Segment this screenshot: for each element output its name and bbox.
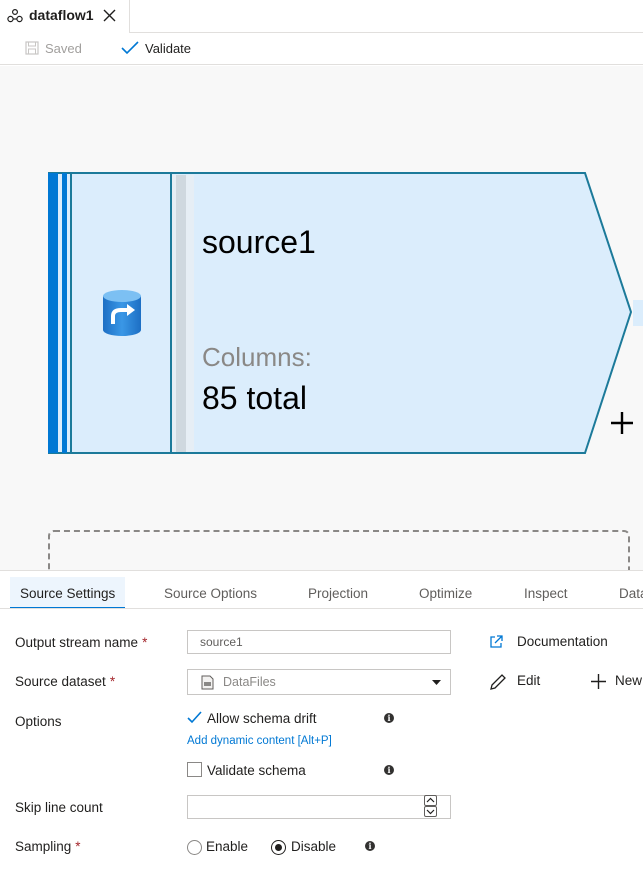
document-tab-bar: dataflow1 [0,0,643,33]
tab-data-preview[interactable]: Data [619,577,643,608]
allow-schema-drift-label: Allow schema drift [207,711,317,726]
node-columns-label: Columns: [202,342,312,372]
sampling-enable-label: Enable [206,839,249,854]
checkmark-icon [187,711,202,724]
source-database-icon [103,290,141,336]
source-dataset-value: DataFiles [223,675,276,689]
node-title: source1 [202,224,316,260]
output-stream-label: Output stream name * [15,635,148,650]
skip-line-count-stepper[interactable] [423,795,438,819]
plus-icon [591,674,606,689]
info-icon[interactable]: i [384,765,394,775]
document-tab-title: dataflow1 [29,7,94,23]
chevron-down-icon [432,680,441,685]
sampling-disable-label: Disable [291,839,337,854]
close-icon[interactable] [103,9,116,22]
saved-button[interactable]: Saved [25,33,82,65]
edit-dataset-button[interactable]: Edit [489,673,540,690]
sampling-label: Sampling * [15,839,81,854]
skip-line-count-input[interactable] [187,795,451,819]
tab-projection[interactable]: Projection [308,577,368,608]
settings-panel: Source Settings Source Options Projectio… [0,570,643,874]
info-icon[interactable]: i [365,841,375,851]
validate-button[interactable]: Validate [121,33,191,65]
validate-schema-checkbox[interactable] [187,762,202,777]
skip-line-count-label: Skip line count [15,800,103,815]
documentation-link[interactable]: Documentation [489,634,608,649]
pencil-icon [490,674,506,690]
output-stream-input[interactable]: source1 [187,630,451,654]
add-transform-icon[interactable] [609,410,635,436]
options-label: Options [15,714,62,729]
csv-file-icon [201,675,214,690]
tab-source-settings[interactable]: Source Settings [10,577,126,608]
node-columns-value: 85 total [202,380,307,416]
add-dynamic-content-link[interactable]: Add dynamic content [Alt+P] [187,735,332,747]
info-icon[interactable]: i [384,713,394,723]
validate-label: Validate [145,41,192,56]
checkmark-icon [121,41,139,55]
source-node[interactable]: source1 Columns: 85 total [47,172,643,454]
decrement-icon[interactable] [424,806,437,817]
tab-optimize[interactable]: Optimize [419,577,472,608]
required-marker: * [75,839,81,854]
document-tab[interactable]: dataflow1 [0,0,130,33]
dataflow-canvas[interactable]: source1 Columns: 85 total [0,66,643,570]
tab-inspect[interactable]: Inspect [524,577,568,608]
chevron-up-icon [426,797,435,803]
sampling-enable-radio[interactable] [187,840,202,855]
required-marker: * [109,674,116,689]
source-dataset-label: Source dataset * [15,674,116,689]
saved-label: Saved [45,41,82,56]
toolbar: Saved Validate [0,33,643,65]
new-dataset-button[interactable]: New [591,673,642,689]
increment-icon[interactable] [424,795,437,806]
add-source-placeholder[interactable] [48,530,630,570]
save-icon [25,41,39,55]
open-external-icon [490,635,503,648]
source-dataset-select[interactable]: DataFiles [187,669,451,695]
sampling-disable-radio[interactable] [271,840,286,855]
required-marker: * [142,635,148,650]
chevron-down-icon [426,809,435,815]
tab-source-options[interactable]: Source Options [164,577,257,608]
validate-schema-label: Validate schema [207,763,306,778]
dataflow-icon [7,9,23,23]
panel-tab-bar: Source Settings Source Options Projectio… [0,577,643,609]
allow-schema-drift-checkbox[interactable] [187,710,202,725]
